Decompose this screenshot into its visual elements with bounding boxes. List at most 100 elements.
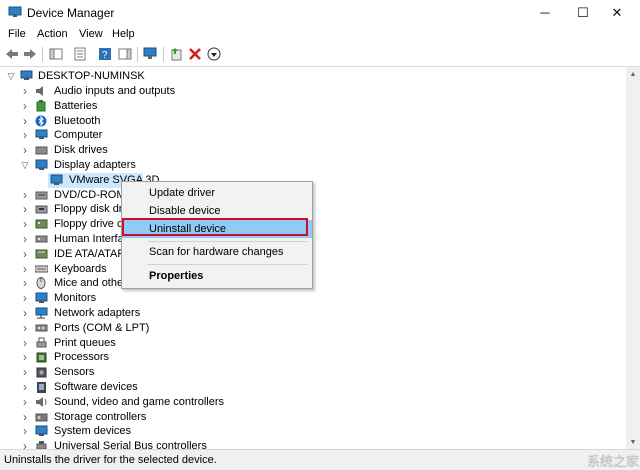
chevron-right-icon[interactable]: › (20, 380, 30, 394)
scan-hardware-icon[interactable] (143, 46, 159, 62)
tree-category-item[interactable]: › Software devices (0, 380, 600, 395)
tree-root[interactable]: ▽ DESKTOP-NUMINSK (0, 69, 600, 84)
tree-item-label: Storage controllers (54, 410, 147, 423)
menu-separator (147, 241, 307, 242)
tree-category-item[interactable]: › Computer (0, 128, 600, 143)
menu-scan-hardware-label: Scan for hardware changes (149, 246, 284, 258)
chevron-right-icon[interactable]: › (20, 321, 30, 335)
chevron-right-icon[interactable]: › (20, 306, 30, 320)
enable-device-icon[interactable] (206, 46, 222, 62)
tree-category-item[interactable]: › Universal Serial Bus controllers (0, 439, 600, 449)
sound-icon (36, 396, 47, 407)
tree-category-item[interactable]: › Processors (0, 350, 600, 365)
vertical-scrollbar[interactable]: ▲ ▼ (626, 67, 640, 449)
dvd-icon (35, 191, 48, 200)
tree-category-item[interactable]: › Sensors (0, 365, 600, 380)
tree-category-item[interactable]: ▽ Display adapters (0, 158, 600, 173)
toolbar-separator (42, 47, 43, 62)
chevron-down-icon[interactable]: ▽ (20, 159, 30, 171)
chevron-right-icon[interactable]: › (20, 232, 30, 246)
disk-icon (35, 146, 48, 155)
menu-disable-device-label: Disable device (149, 205, 221, 217)
device-manager-icon (8, 6, 22, 17)
tree-category-item[interactable]: › Sound, video and game controllers (0, 395, 600, 410)
tree-item-label: Display adapters (54, 159, 136, 171)
show-hide-console-tree-icon[interactable] (48, 46, 64, 62)
device-tree[interactable]: ▽ DESKTOP-NUMINSK › Audio inputs and outp… (0, 67, 626, 449)
tree-item-label: Sensors (54, 366, 95, 379)
tree-item-label: Bluetooth (54, 114, 101, 127)
tree-item-label: Ports (COM & LPT) (54, 321, 150, 334)
chevron-right-icon[interactable]: › (20, 291, 30, 305)
menu-file[interactable]: File (8, 28, 26, 40)
tree-category-item[interactable]: › Disk drives (0, 143, 600, 158)
chevron-right-icon[interactable]: › (20, 276, 30, 290)
chevron-right-icon[interactable]: › (20, 350, 30, 364)
chevron-right-icon[interactable]: › (20, 99, 30, 113)
tree-item-label: System devices (54, 425, 132, 438)
tree-item-label: Human Interfac (54, 233, 130, 245)
chevron-right-icon[interactable]: › (20, 262, 30, 276)
chevron-right-icon[interactable]: › (20, 424, 30, 438)
chevron-right-icon[interactable]: › (20, 202, 30, 216)
tree-item-label: Mice and other (54, 277, 127, 290)
tree-root-label: DESKTOP-NUMINSK (38, 70, 145, 82)
tree-category-item[interactable]: › Storage controllers (0, 410, 600, 425)
menu-properties[interactable]: Properties (122, 267, 312, 285)
tree-category-item[interactable]: › Network adapters (0, 306, 600, 321)
menu-help[interactable]: Help (112, 28, 135, 40)
chevron-right-icon[interactable]: › (20, 114, 30, 128)
tree-item-label: Universal Serial Bus controllers (54, 440, 207, 449)
forward-icon[interactable] (22, 46, 38, 62)
tree-category-item[interactable]: › Print queues (0, 336, 600, 351)
chevron-right-icon[interactable]: › (20, 143, 30, 157)
status-text: Uninstalls the driver for the selected d… (4, 454, 217, 466)
tree-category-item[interactable]: › System devices (0, 424, 600, 439)
action-pane-icon[interactable] (117, 46, 133, 62)
hid-icon (35, 235, 48, 243)
menu-update-driver[interactable]: Update driver (122, 184, 312, 202)
chevron-right-icon[interactable]: › (20, 217, 30, 231)
chevron-right-icon[interactable]: › (20, 395, 30, 409)
chevron-right-icon[interactable]: › (20, 188, 30, 202)
tree-item-label: Computer (54, 129, 103, 142)
tree-category-item[interactable]: › Monitors (0, 291, 600, 306)
sensor-icon (36, 367, 47, 378)
chevron-right-icon[interactable]: › (20, 410, 30, 424)
tree-item-label: Keyboards (54, 262, 107, 275)
usb-icon (36, 441, 47, 449)
chevron-right-icon[interactable]: › (20, 365, 30, 379)
uninstall-icon[interactable] (187, 46, 203, 62)
update-driver-icon[interactable] (168, 46, 184, 62)
menu-action[interactable]: Action (37, 28, 68, 40)
tree-category-item[interactable]: › Batteries (0, 99, 600, 114)
tree-item-label: Disk drives (54, 144, 108, 157)
mouse-icon (36, 277, 46, 290)
chevron-right-icon[interactable]: › (20, 247, 30, 261)
storage-icon (35, 413, 48, 422)
back-icon[interactable] (4, 46, 20, 62)
tree-category-item[interactable]: › Bluetooth (0, 114, 600, 129)
status-bar: Uninstalls the driver for the selected d… (0, 449, 640, 470)
help-icon[interactable]: ? (97, 46, 113, 62)
close-button[interactable]: ✕ (594, 0, 640, 25)
properties-icon[interactable] (72, 46, 88, 62)
tree-item-label: Sound, video and game controllers (54, 395, 224, 408)
scroll-up-icon[interactable]: ▲ (626, 67, 640, 81)
chevron-down-icon[interactable]: ▽ (6, 70, 16, 82)
chevron-right-icon[interactable]: › (20, 128, 30, 142)
menu-view[interactable]: View (79, 28, 103, 40)
title-bar: Device Manager ─ ☐ ✕ (0, 0, 640, 25)
scroll-down-icon[interactable]: ▼ (626, 435, 640, 449)
tree-category-item[interactable]: › Audio inputs and outputs (0, 84, 600, 99)
chevron-right-icon[interactable]: › (20, 336, 30, 350)
tree-category-item[interactable]: › Ports (COM & LPT) (0, 321, 600, 336)
network-icon (35, 307, 48, 319)
chevron-right-icon[interactable]: › (20, 439, 30, 449)
system-icon (35, 425, 48, 437)
menu-bar: File Action View Help (0, 25, 640, 43)
menu-scan-hardware[interactable]: Scan for hardware changes (122, 243, 312, 261)
tree-item-label: Network adapters (54, 307, 141, 319)
computer-icon (35, 129, 48, 140)
chevron-right-icon[interactable]: › (20, 84, 30, 98)
